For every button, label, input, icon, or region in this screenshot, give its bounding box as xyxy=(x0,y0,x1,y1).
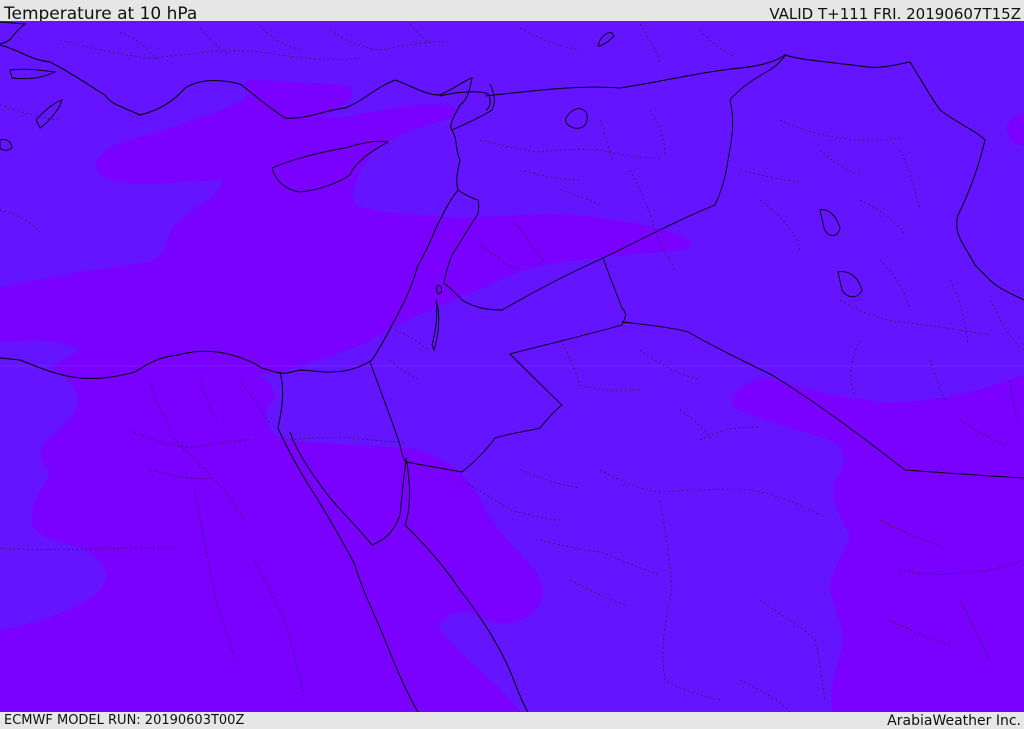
temperature-map xyxy=(0,21,1024,712)
footer-bar: ECMWF MODEL RUN: 20190603T00Z ArabiaWeat… xyxy=(0,712,1024,729)
header-bar: Temperature at 10 hPa VALID T+111 FRI. 2… xyxy=(0,0,1024,24)
credit-text: ArabiaWeather Inc. xyxy=(887,713,1021,729)
model-run: ECMWF MODEL RUN: 20190603T00Z xyxy=(4,713,245,728)
